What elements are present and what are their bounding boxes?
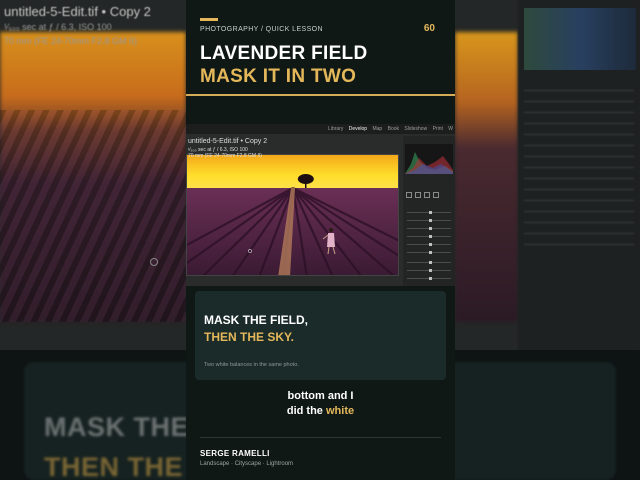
slider-exposure[interactable]	[407, 211, 451, 214]
caption-prefix: did the	[286, 405, 326, 417]
title-line-1: LAVENDER FIELD	[200, 43, 368, 64]
heal-icon[interactable]	[415, 192, 421, 198]
title-divider	[186, 94, 455, 96]
background-exif: ¹⁄₅₀₀ sec at ƒ / 6.3, ISO 100	[4, 22, 112, 32]
module-print[interactable]: Print	[433, 126, 443, 132]
photo-canvas[interactable]	[186, 154, 399, 276]
author-name: SERGE RAMELLI	[200, 449, 270, 458]
slider-saturation[interactable]	[407, 277, 451, 280]
slider-temp[interactable]	[407, 261, 451, 264]
module-slideshow[interactable]: Slideshow	[404, 126, 427, 132]
page-number: 60	[423, 23, 435, 34]
tip-card: MASK THE FIELD, THEN THE SKY. Two white …	[195, 291, 446, 380]
title-line-2: MASK IT IN TWO	[200, 66, 357, 87]
lavender-photo	[187, 155, 398, 275]
slider-whites[interactable]	[407, 243, 451, 246]
background-file-title: untitled-5-Edit.tif • Copy 2	[4, 4, 151, 19]
develop-panel	[403, 136, 455, 286]
slider-blacks[interactable]	[407, 251, 451, 254]
background-histogram	[524, 8, 636, 70]
histogram	[405, 144, 453, 174]
module-map[interactable]: Map	[372, 126, 382, 132]
module-picker: Library Develop Map Book Slideshow Print…	[324, 126, 453, 132]
background-target-icon	[150, 258, 158, 266]
author-tags: Landscape · Cityscape · Lightroom	[200, 461, 294, 467]
tip-line-2: THEN THE SKY.	[204, 330, 295, 344]
background-lens: 70 mm (FE 24-70mm F2.8 GM II)	[4, 36, 138, 46]
kicker-label: PHOTOGRAPHY / QUICK LESSON	[200, 26, 323, 33]
tip-line-1: MASK THE FIELD,	[204, 313, 308, 327]
photo-title: untitled-5-Edit.tif • Copy 2	[188, 138, 268, 145]
module-develop[interactable]: Develop	[349, 126, 367, 132]
caption-line-1: bottom and I	[287, 390, 354, 402]
slider-shadows[interactable]	[407, 235, 451, 238]
module-bar: Library Develop Map Book Slideshow Print…	[186, 124, 455, 134]
module-library[interactable]: Library	[328, 126, 343, 132]
mask-icon[interactable]	[433, 192, 439, 198]
crop-icon[interactable]	[406, 192, 412, 198]
lightroom-screenshot: Library Develop Map Book Slideshow Print…	[186, 124, 455, 286]
tip-note: Two white balances in the same photo.	[204, 362, 299, 368]
slider-tint[interactable]	[407, 269, 451, 272]
background-lavender-rows	[0, 110, 186, 322]
slider-highlights[interactable]	[407, 227, 451, 230]
caption-line-2: did the white	[186, 405, 455, 417]
module-book[interactable]: Book	[388, 126, 399, 132]
caption-highlight: white	[325, 405, 355, 417]
lesson-card: PHOTOGRAPHY / QUICK LESSON 60 LAVENDER F…	[186, 0, 455, 480]
photo-lens: 70 mm (FE 24-70mm F2.8 GM II)	[188, 153, 262, 159]
footer-divider	[200, 437, 441, 438]
background-photo-right	[455, 32, 518, 322]
background-big-text-gold: THEN THE S	[44, 452, 210, 480]
slider-contrast[interactable]	[407, 219, 451, 222]
accent-line	[200, 18, 218, 21]
module-web[interactable]: W	[448, 126, 453, 132]
red-eye-icon[interactable]	[424, 192, 430, 198]
background-big-text-white: MASK THE	[44, 412, 189, 442]
masking-tools	[406, 192, 439, 198]
